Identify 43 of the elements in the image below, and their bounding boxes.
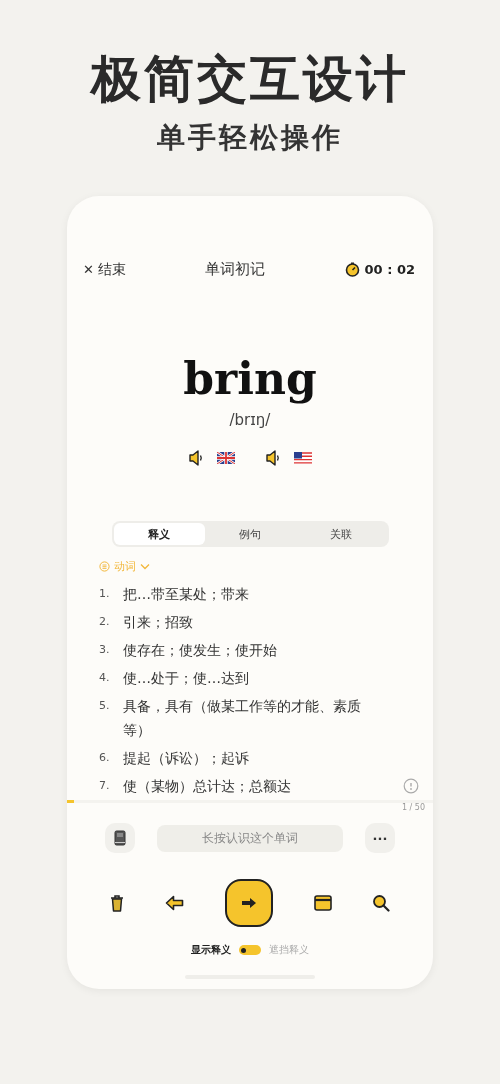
definition-text: 使存在；使发生；使开始	[123, 641, 277, 660]
flag-icon	[217, 452, 235, 464]
speaker-icon[interactable]	[265, 449, 280, 467]
definition-text: 把…带至某处；带来	[123, 585, 249, 604]
subheadline: 单手轻松操作	[157, 120, 343, 156]
flag-icon	[294, 452, 312, 464]
definition-text: 使（某物）总计达；总额达	[123, 777, 291, 796]
definition-text: 使…处于；使…达到	[123, 669, 249, 688]
book-icon	[114, 830, 126, 846]
more-button[interactable]: ···	[365, 823, 395, 853]
toggle-switch[interactable]	[239, 945, 261, 955]
definition-number: 4.	[99, 670, 111, 686]
definition-number: 6.	[99, 750, 111, 766]
definition-number: 3.	[99, 642, 111, 658]
tab[interactable]: 释义	[113, 523, 205, 545]
left-arrow-icon[interactable]	[164, 895, 185, 911]
next-button[interactable]	[225, 879, 273, 927]
definition-number: 1.	[99, 586, 111, 602]
definition-number: 5.	[99, 698, 111, 714]
right-arrow-icon	[241, 897, 257, 909]
speaker-icon[interactable]	[188, 449, 203, 467]
chevron-down-icon	[140, 563, 150, 570]
screen-title: 单词初记	[205, 260, 266, 279]
window-icon[interactable]	[313, 895, 332, 911]
timer-icon	[344, 262, 360, 277]
trash-icon[interactable]	[110, 894, 124, 912]
definition-text: 引来；招致	[123, 613, 193, 632]
close-button[interactable]: ✕ 结束	[83, 260, 127, 279]
progress-counter: 1 / 50	[401, 803, 425, 813]
book-button[interactable]	[105, 823, 135, 853]
toggle-label[interactable]: 显示释义	[191, 943, 231, 957]
phonetic: /brɪŋ/	[229, 411, 271, 429]
headline: 极简交互设计	[91, 48, 409, 110]
definition-text: 提起（诉讼）；起诉	[123, 749, 249, 768]
timer-text: 00 : 02	[364, 262, 415, 277]
list-icon	[99, 561, 110, 572]
tab[interactable]: 关联	[295, 523, 387, 545]
definition-number: 7.	[99, 778, 111, 794]
tab[interactable]: 例句	[204, 523, 296, 545]
search-icon[interactable]	[372, 894, 390, 912]
word: bring	[183, 353, 317, 405]
definition-text: 具备，具有（做某工作等的才能、素质等）	[123, 697, 362, 740]
definition-number: 2.	[99, 614, 111, 630]
